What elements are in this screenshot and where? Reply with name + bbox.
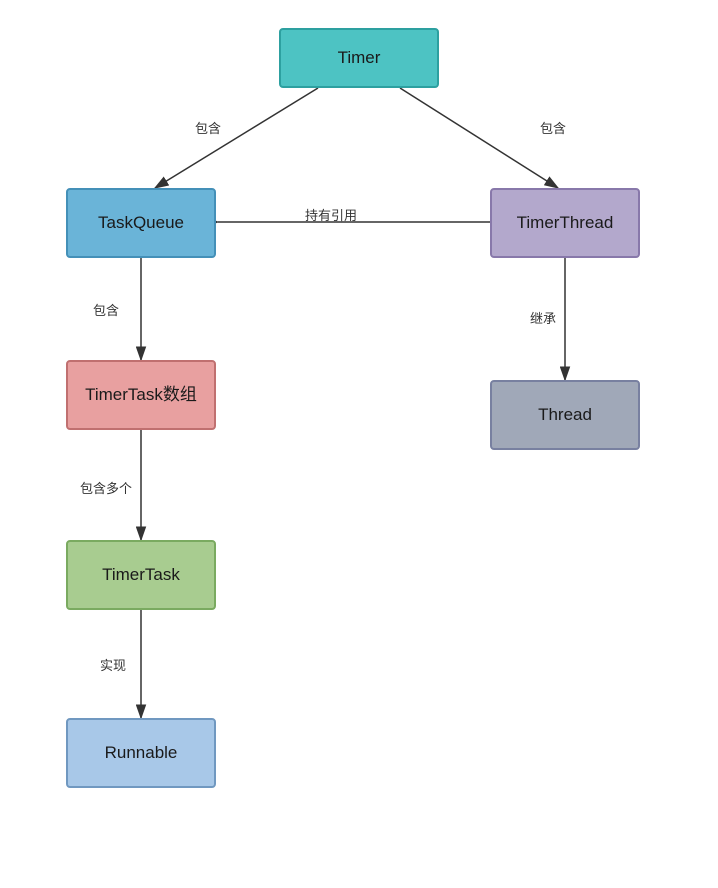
timertask-label: TimerTask [102,564,180,586]
runnable-label: Runnable [105,742,178,764]
label-timertask-runnable: 实现 [100,655,126,674]
label-timertaskarray-timertask: 包含多个 [80,478,132,497]
diagram: Timer TaskQueue TimerThread TimerTask数组 … [0,0,718,888]
timer-box: Timer [279,28,439,88]
label-timerthread-thread: 继承 [530,308,556,327]
label-taskqueue-timertaskarray: 包含 [93,300,119,319]
runnable-box: Runnable [66,718,216,788]
taskqueue-label: TaskQueue [98,212,184,234]
timerthread-box: TimerThread [490,188,640,258]
taskqueue-box: TaskQueue [66,188,216,258]
timer-label: Timer [338,47,381,69]
thread-label: Thread [538,404,592,426]
thread-box: Thread [490,380,640,450]
label-timerthread-taskqueue: 持有引用 [305,205,357,224]
label-timer-timerthread: 包含 [540,118,566,137]
label-timer-taskqueue: 包含 [195,118,221,137]
timertask-box: TimerTask [66,540,216,610]
timertaskarray-box: TimerTask数组 [66,360,216,430]
timertaskarray-label: TimerTask数组 [85,384,197,406]
timerthread-label: TimerThread [517,212,614,234]
